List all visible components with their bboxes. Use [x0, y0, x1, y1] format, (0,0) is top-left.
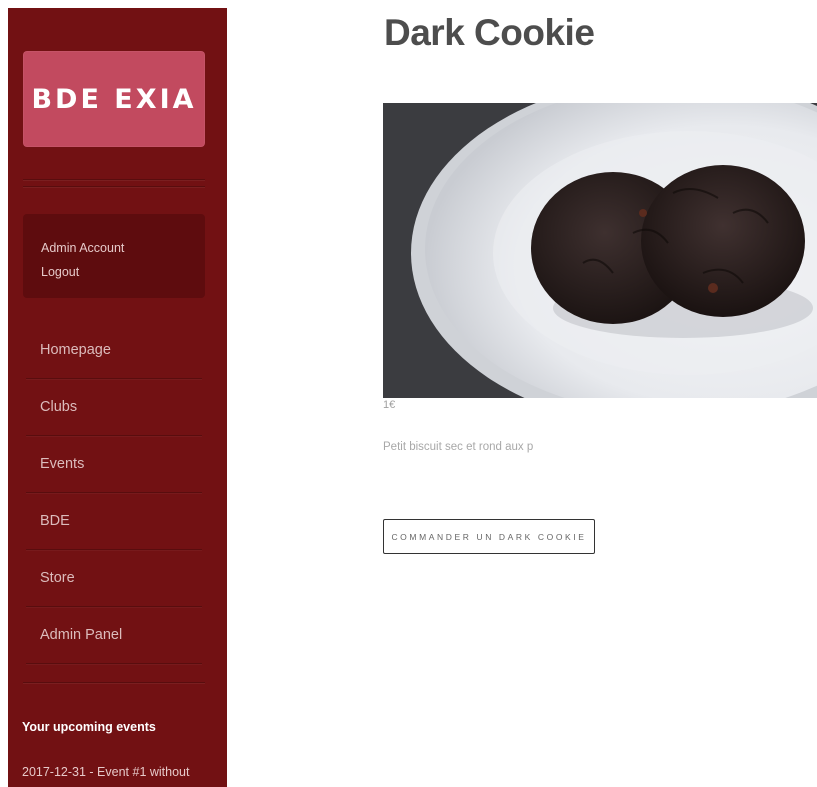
- product-title: Dark Cookie: [384, 12, 595, 53]
- account-box: Admin Account Logout: [23, 214, 205, 298]
- sidebar-item-admin-panel[interactable]: Admin Panel: [26, 607, 202, 664]
- admin-account-link[interactable]: Admin Account: [41, 236, 205, 260]
- sidebar-nav: Homepage Clubs Events BDE Store Admin Pa…: [26, 322, 202, 664]
- order-button[interactable]: COMMANDER UN DARK COOKIE: [383, 519, 595, 554]
- site-logo[interactable]: BDE EXIA: [23, 51, 205, 147]
- upcoming-event-item[interactable]: 2017-12-31 - Event #1 without: [22, 765, 189, 779]
- cookie-photo: [383, 103, 817, 398]
- logout-link[interactable]: Logout: [41, 260, 205, 284]
- sidebar-item-homepage[interactable]: Homepage: [26, 322, 202, 379]
- site-logo-text: BDE EXIA: [31, 83, 197, 115]
- sidebar-divider: [23, 186, 205, 187]
- sidebar-divider: [23, 682, 205, 683]
- sidebar-item-bde[interactable]: BDE: [26, 493, 202, 550]
- sidebar: BDE EXIA Admin Account Logout Homepage C…: [8, 8, 227, 787]
- product-image: [383, 103, 817, 398]
- sidebar-divider: [23, 179, 205, 180]
- product-price: 1€: [383, 399, 396, 411]
- sidebar-item-events[interactable]: Events: [26, 436, 202, 493]
- sidebar-item-store[interactable]: Store: [26, 550, 202, 607]
- product-description: Petit biscuit sec et rond aux p: [383, 441, 534, 453]
- sidebar-item-clubs[interactable]: Clubs: [26, 379, 202, 436]
- upcoming-events-title: Your upcoming events: [22, 720, 156, 734]
